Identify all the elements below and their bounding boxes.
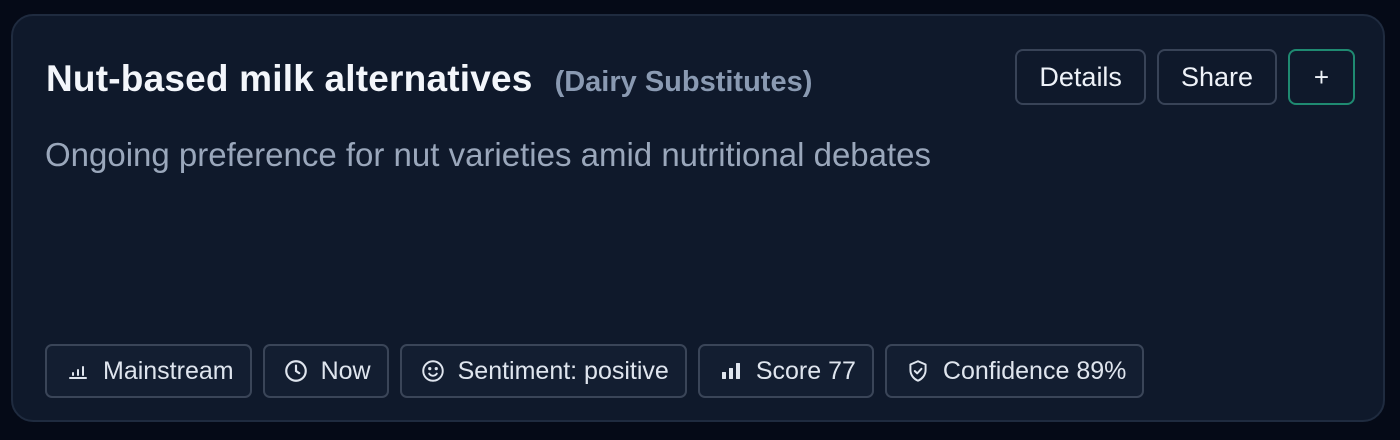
category-label: (Dairy Substitutes): [554, 66, 813, 98]
card-actions: Details Share +: [1015, 49, 1355, 105]
bar-chart-icon: [718, 358, 744, 384]
trend-card: Nut-based milk alternatives (Dairy Subst…: [11, 14, 1385, 422]
chip-confidence: Confidence 89%: [884, 344, 1145, 398]
chip-label: Confidence 89%: [942, 356, 1127, 385]
share-button[interactable]: Share: [1156, 49, 1277, 105]
chip-label: Now: [320, 356, 371, 385]
chip-sentiment: Sentiment: positive: [399, 344, 687, 398]
add-button[interactable]: +: [1288, 49, 1355, 105]
chip-label: Score 77: [755, 356, 856, 385]
shield-check-icon: [905, 358, 931, 384]
bar-chart-low-icon: [65, 358, 91, 384]
chip-score: Score 77: [697, 344, 874, 398]
tag-chips: Mainstream Now Sentiment: positive Score…: [45, 344, 1145, 398]
title-row: Nut-based milk alternatives (Dairy Subst…: [46, 58, 812, 100]
card-title: Nut-based milk alternatives: [46, 58, 533, 99]
chip-timeframe: Now: [262, 344, 389, 398]
card-description: Ongoing preference for nut varieties ami…: [45, 136, 932, 173]
smiley-icon: [420, 358, 446, 384]
details-button[interactable]: Details: [1015, 49, 1146, 105]
chip-label: Mainstream: [103, 356, 234, 385]
clock-icon: [283, 358, 309, 384]
chip-label: Sentiment: positive: [457, 356, 669, 385]
chip-mainstream: Mainstream: [45, 344, 252, 398]
